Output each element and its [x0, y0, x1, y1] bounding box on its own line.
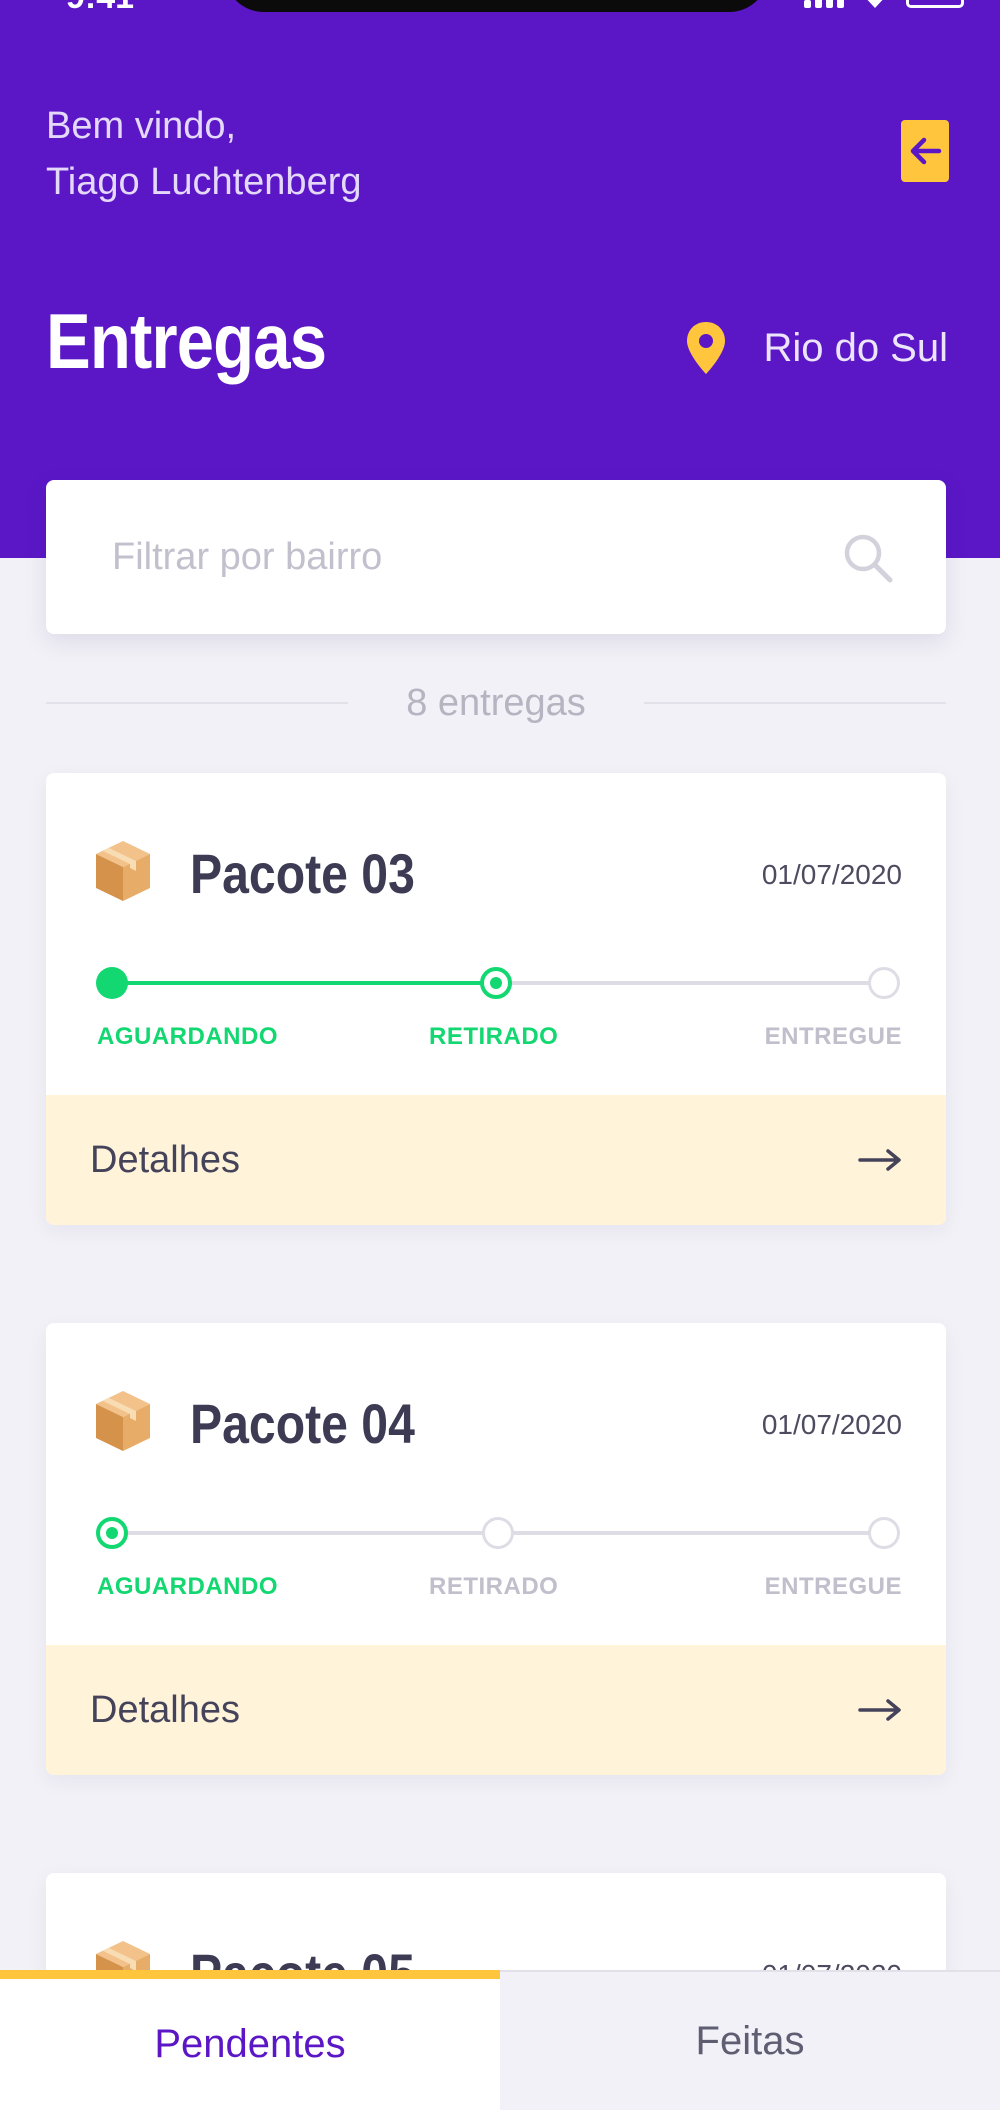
- progress-track-pending: [498, 981, 886, 985]
- step-label-entregue: ENTREGUE: [764, 1023, 902, 1050]
- delivery-card: Pacote 03 01/07/2020 AGUARDANDO RETIRADO…: [46, 773, 946, 1225]
- map-pin-icon: [687, 322, 726, 374]
- battery-icon: [906, 0, 964, 8]
- step-dot-entregue: [868, 1517, 900, 1549]
- step-label-retirado: RETIRADO: [429, 1023, 559, 1050]
- step-label-entregue: ENTREGUE: [764, 1573, 902, 1600]
- step-label-aguardando: AGUARDANDO: [97, 1573, 278, 1600]
- arrow-right-icon: [858, 1149, 901, 1171]
- tab-feitas[interactable]: Feitas: [500, 1970, 1000, 2110]
- package-icon: [96, 841, 150, 901]
- details-button[interactable]: Detalhes: [46, 1645, 946, 1775]
- step-label-aguardando: AGUARDANDO: [97, 1023, 278, 1050]
- delivery-date: 01/07/2020: [761, 1409, 902, 1440]
- step-dot-entregue: [868, 967, 900, 999]
- location-display: Rio do Sul: [685, 320, 948, 376]
- device-notch: [224, 0, 769, 12]
- search-button[interactable]: [840, 530, 896, 586]
- step-dot-retirado: [480, 967, 512, 999]
- status-icons: [804, 0, 964, 8]
- delivery-date: 01/07/2020: [761, 859, 902, 890]
- delivery-progress: AGUARDANDO RETIRADO ENTREGUE: [46, 943, 946, 1095]
- step-label-retirado: RETIRADO: [429, 1573, 559, 1600]
- step-dot-retirado: [482, 1517, 514, 1549]
- delivery-card: Pacote 04 01/07/2020 AGUARDANDO RETIRADO…: [46, 1323, 946, 1775]
- city-name: Rio do Sul: [763, 325, 948, 370]
- cellular-signal-icon: [804, 0, 844, 8]
- divider: [643, 702, 947, 704]
- delivery-card-header: Pacote 04 01/07/2020: [46, 1323, 946, 1493]
- search-icon: [844, 534, 893, 583]
- wifi-icon: [867, 0, 883, 8]
- progress-track-done: [112, 981, 498, 985]
- step-dot-aguardando: [96, 967, 128, 999]
- details-label: Detalhes: [90, 1688, 240, 1731]
- logout-button[interactable]: [901, 120, 949, 182]
- delivery-title: Pacote 04: [190, 1392, 415, 1455]
- divider: [46, 702, 349, 704]
- page-title: Entregas: [46, 297, 327, 385]
- details-button[interactable]: Detalhes: [46, 1095, 946, 1225]
- status-time: 9:41: [66, 0, 134, 17]
- tab-pendentes[interactable]: Pendentes: [0, 1970, 500, 2110]
- step-dot-aguardando: [96, 1517, 128, 1549]
- arrow-right-icon: [858, 1699, 901, 1721]
- search-box: [46, 480, 946, 634]
- welcome-message: Bem vindo, Tiago Luchtenberg: [46, 98, 362, 210]
- delivery-title: Pacote 03: [190, 842, 415, 905]
- search-input[interactable]: [112, 524, 812, 590]
- package-icon: [96, 1391, 150, 1451]
- details-label: Detalhes: [90, 1138, 240, 1181]
- user-name: Tiago Luchtenberg: [46, 161, 362, 203]
- logout-arrow-icon: [910, 137, 942, 165]
- deliveries-count-label: 8 entregas: [406, 681, 586, 724]
- delivery-progress: AGUARDANDO RETIRADO ENTREGUE: [46, 1493, 946, 1645]
- greeting-text: Bem vindo,: [46, 105, 237, 147]
- delivery-card-header: Pacote 03 01/07/2020: [46, 773, 946, 943]
- bottom-tab-bar: Pendentes Feitas: [0, 1970, 1000, 2110]
- status-bar: 9:41: [0, 0, 1000, 20]
- app-header: 9:41 Bem vindo, Tiago Luchtenberg Entreg…: [0, 0, 1000, 558]
- deliveries-count: 8 entregas: [46, 675, 947, 731]
